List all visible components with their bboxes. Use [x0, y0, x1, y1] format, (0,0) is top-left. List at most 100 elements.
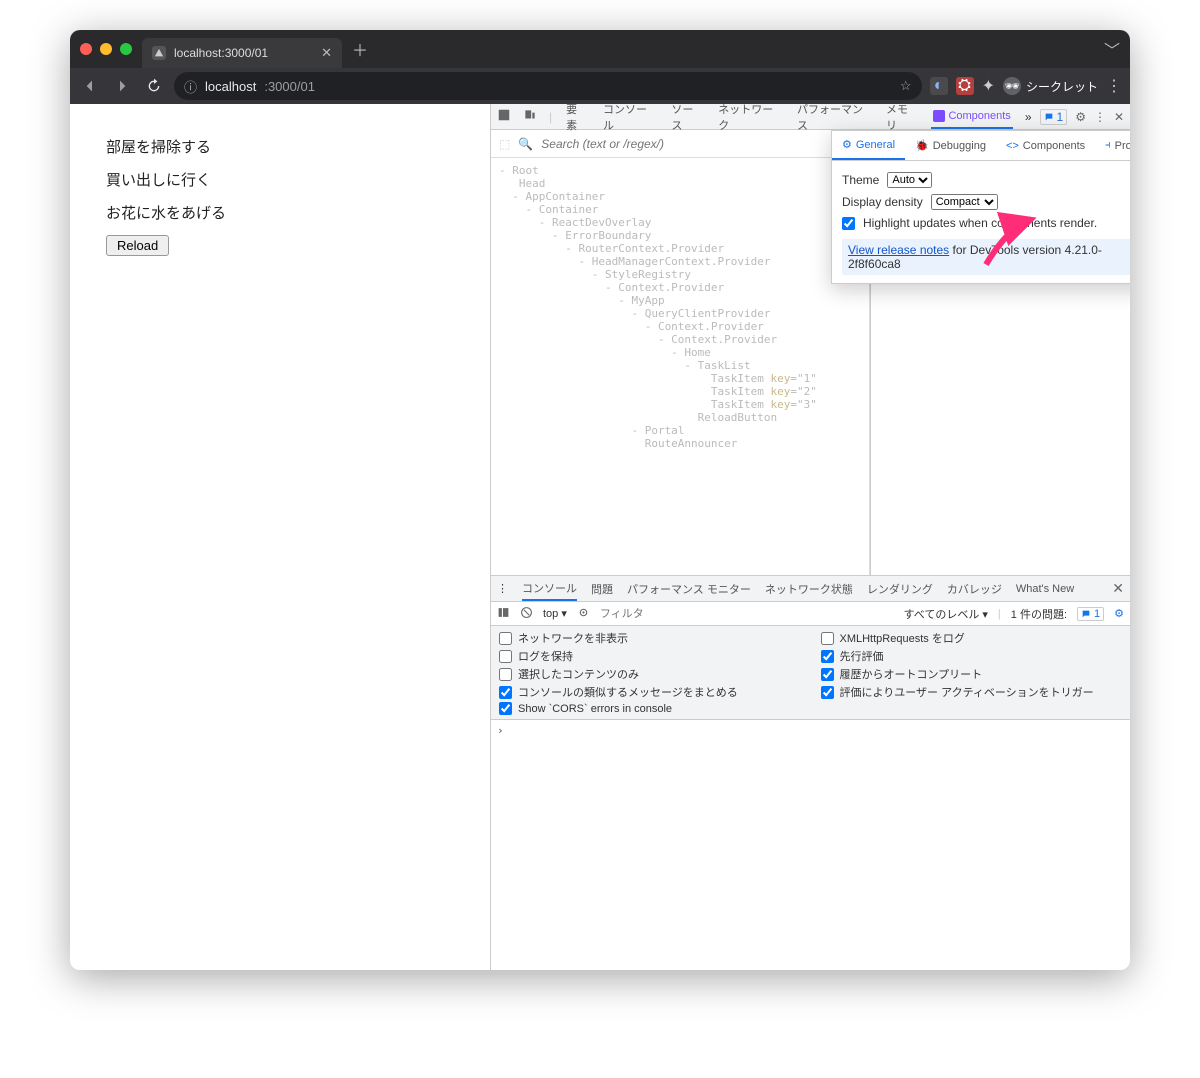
tabs-menu-icon[interactable]: ﹀ [1104, 37, 1120, 61]
component-tree[interactable]: - Root Head - AppContainer - Container -… [491, 158, 869, 575]
console-sidebar-icon[interactable] [497, 606, 510, 622]
drawer-tab-console[interactable]: コンソール [522, 576, 577, 601]
console-option[interactable]: XMLHttpRequests をログ [821, 630, 1123, 646]
console-option[interactable]: 選択したコンテンツのみ [499, 666, 801, 682]
option-checkbox[interactable] [821, 650, 834, 663]
issues-badge[interactable]: 1 [1040, 109, 1068, 125]
site-info-icon[interactable]: ⓘ [184, 77, 197, 96]
drawer-tab-whatsnew[interactable]: What's New [1016, 576, 1074, 601]
option-checkbox[interactable] [499, 632, 512, 645]
drawer-tab-netcond[interactable]: ネットワーク状態 [765, 576, 853, 601]
console-option[interactable]: 履歴からオートコンプリート [821, 666, 1123, 682]
option-checkbox[interactable] [821, 668, 834, 681]
settings-tab-profiler[interactable]: ⫞Profiler [1095, 131, 1130, 160]
reload-button[interactable]: Reload [106, 235, 169, 256]
option-checkbox[interactable] [499, 668, 512, 681]
tree-node[interactable]: - Context.Provider [499, 333, 869, 346]
option-checkbox[interactable] [499, 702, 512, 715]
option-checkbox[interactable] [821, 686, 834, 699]
drawer-tab-issues[interactable]: 問題 [591, 576, 613, 601]
drawer-tab-perfmon[interactable]: パフォーマンス モニター [627, 576, 751, 601]
tree-node[interactable]: - Container [499, 203, 869, 216]
tree-node[interactable]: - ReactDevOverlay [499, 216, 869, 229]
url-bar[interactable]: ⓘ localhost:3000/01 ☆ [174, 72, 922, 100]
theme-select[interactable]: Auto [887, 172, 932, 188]
window-minimize[interactable] [100, 43, 112, 55]
settings-tab-components[interactable]: <>Components [996, 131, 1095, 160]
tree-node[interactable]: - MyApp [499, 294, 869, 307]
tree-node[interactable]: - HeadManagerContext.Provider [499, 255, 869, 268]
drawer-close-icon[interactable]: ✕ [1112, 580, 1124, 597]
tree-node[interactable]: - Home [499, 346, 869, 359]
extension-1-icon[interactable]: ◐ [930, 77, 948, 95]
browser-tab[interactable]: localhost:3000/01 ✕ [142, 38, 342, 68]
console-output[interactable]: › [491, 720, 1130, 970]
tree-node[interactable]: TaskItem key="2" [499, 385, 869, 398]
console-option[interactable]: コンソールの類似するメッセージをまとめる [499, 684, 801, 700]
reload-button[interactable] [142, 74, 166, 98]
devtools-tab-memory[interactable]: メモリ [884, 104, 919, 129]
drawer-tab-coverage[interactable]: カバレッジ [947, 576, 1002, 601]
console-option[interactable]: Show `CORS` errors in console [499, 702, 801, 715]
tree-node[interactable]: RouteAnnouncer [499, 437, 869, 450]
settings-tab-debugging[interactable]: 🐞Debugging [905, 131, 996, 160]
console-option[interactable]: 先行評価 [821, 648, 1123, 664]
extension-2-icon[interactable]: ⛭ [956, 77, 974, 95]
tree-node[interactable]: - Context.Provider [499, 320, 869, 333]
log-level-select[interactable]: すべてのレベル ▾ [904, 606, 988, 622]
console-settings-icon[interactable]: ⚙ [1114, 607, 1124, 620]
drawer-tab-rendering[interactable]: レンダリング [867, 576, 933, 601]
extensions-icon[interactable]: ✦ [982, 76, 995, 96]
tree-node[interactable]: - TaskList [499, 359, 869, 372]
release-notes-link[interactable]: View release notes [848, 243, 949, 257]
live-expression-icon[interactable] [577, 606, 590, 622]
devtools-tab-components[interactable]: Components [931, 104, 1012, 129]
window-close[interactable] [80, 43, 92, 55]
window-zoom[interactable] [120, 43, 132, 55]
tab-close-icon[interactable]: ✕ [321, 45, 332, 61]
tree-node[interactable]: - Root [499, 164, 869, 177]
console-option[interactable]: 評価によりユーザー アクティベーションをトリガー [821, 684, 1123, 700]
overflow-icon[interactable]: » [1025, 110, 1032, 124]
devtools-tab-console[interactable]: コンソール [601, 104, 657, 129]
new-tab-button[interactable]: ＋ [352, 37, 368, 61]
tree-node[interactable]: TaskItem key="1" [499, 372, 869, 385]
component-picker-icon[interactable]: ⬚ [499, 137, 510, 151]
bookmark-icon[interactable]: ☆ [900, 78, 912, 94]
density-select[interactable]: Compact [931, 194, 998, 210]
forward-button[interactable] [110, 74, 134, 98]
devtools-tab-network[interactable]: ネットワーク [716, 104, 783, 129]
profile-incognito[interactable]: 🕶 シークレット [1003, 77, 1098, 95]
tree-node[interactable]: - QueryClientProvider [499, 307, 869, 320]
option-checkbox[interactable] [499, 650, 512, 663]
tree-node[interactable]: - ErrorBoundary [499, 229, 869, 242]
issues-count-badge[interactable]: 1 [1077, 607, 1104, 621]
option-checkbox[interactable] [499, 686, 512, 699]
drawer-menu-icon[interactable]: ⋮ [497, 582, 508, 595]
devtools-tab-elements[interactable]: 要素 [564, 104, 589, 129]
console-option[interactable]: ログを保持 [499, 648, 801, 664]
tree-node[interactable]: - StyleRegistry [499, 268, 869, 281]
option-checkbox[interactable] [821, 632, 834, 645]
search-input[interactable] [541, 137, 861, 151]
browser-menu-icon[interactable]: ⋮ [1106, 76, 1122, 96]
devtools-close-icon[interactable]: ✕ [1114, 110, 1124, 124]
clear-console-icon[interactable] [520, 606, 533, 622]
devtools-tab-performance[interactable]: パフォーマンス [795, 104, 872, 129]
tree-node[interactable]: TaskItem key="3" [499, 398, 869, 411]
console-filter-input[interactable] [600, 608, 894, 620]
settings-tab-general[interactable]: ⚙General [832, 131, 905, 160]
highlight-updates-checkbox[interactable] [842, 217, 855, 230]
tree-node[interactable]: - Portal [499, 424, 869, 437]
tree-node[interactable]: ReloadButton [499, 411, 869, 424]
settings-icon[interactable]: ⚙ [1075, 110, 1086, 124]
console-option[interactable]: ネットワークを非表示 [499, 630, 801, 646]
element-picker-icon[interactable] [497, 108, 511, 125]
tree-node[interactable]: Head [499, 177, 869, 190]
device-toolbar-icon[interactable] [523, 108, 537, 125]
more-icon[interactable]: ⋮ [1094, 110, 1106, 124]
tree-node[interactable]: - AppContainer [499, 190, 869, 203]
tree-node[interactable]: - Context.Provider [499, 281, 869, 294]
tree-node[interactable]: - RouterContext.Provider [499, 242, 869, 255]
console-option[interactable] [821, 702, 1123, 715]
